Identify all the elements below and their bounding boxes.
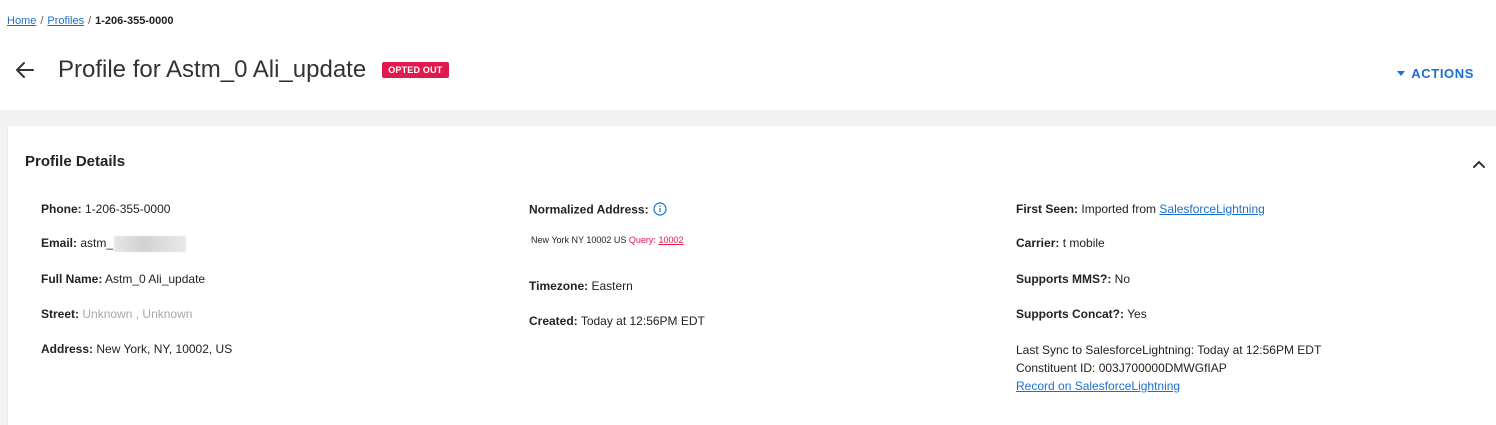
constituent-id-text: Constituent ID: 003J700000DMWGfIAP bbox=[1016, 361, 1227, 375]
timezone-value: Eastern bbox=[591, 279, 633, 293]
timezone-label: Timezone: bbox=[529, 279, 589, 293]
timezone-field: Timezone: Eastern bbox=[529, 279, 633, 293]
email-label: Email: bbox=[41, 236, 78, 251]
first-seen-field: First Seen: Imported from SalesforceLigh… bbox=[1016, 202, 1265, 216]
page-title: Profile for Astm_0 Ali_update bbox=[58, 56, 367, 83]
query-link[interactable]: 10002 bbox=[658, 235, 683, 245]
first-seen-link[interactable]: SalesforceLightning bbox=[1159, 202, 1264, 216]
address-label: Address: bbox=[41, 342, 94, 356]
street-label: Street: bbox=[41, 307, 80, 321]
created-field: Created: Today at 12:56PM EDT bbox=[529, 314, 705, 328]
breadcrumb-home-link[interactable]: Home bbox=[7, 15, 36, 27]
profile-details-panel: Profile Details Phone: 1-206-355-0000 Em… bbox=[7, 126, 1496, 425]
fullname-label: Full Name: bbox=[41, 272, 103, 286]
carrier-value: t mobile bbox=[1062, 236, 1105, 250]
supports-concat-label: Supports Concat?: bbox=[1016, 307, 1124, 321]
supports-concat-field: Supports Concat?: Yes bbox=[1016, 307, 1147, 321]
breadcrumb-current: 1-206-355-0000 bbox=[95, 15, 174, 27]
first-seen-label: First Seen: bbox=[1016, 202, 1079, 216]
normalized-address-field: Normalized Address: bbox=[529, 202, 667, 219]
redacted-block bbox=[114, 236, 187, 252]
fullname-field: Full Name: Astm_0 Ali_update bbox=[41, 272, 205, 286]
carrier-label: Carrier: bbox=[1016, 236, 1060, 250]
street-value-1: Unknown bbox=[82, 307, 133, 321]
supports-concat-value: Yes bbox=[1127, 307, 1147, 321]
breadcrumb: Home / Profiles/1-206-355-0000 bbox=[7, 15, 173, 27]
supports-mms-label: Supports MMS?: bbox=[1016, 272, 1112, 286]
actions-label: ACTIONS bbox=[1411, 66, 1474, 81]
record-link-row: Record on SalesforceLightning bbox=[1016, 379, 1180, 393]
email-field: Email: astm_ bbox=[41, 236, 187, 252]
first-seen-text: Imported from bbox=[1081, 202, 1157, 216]
street-field: Street: Unknown , Unknown bbox=[41, 307, 192, 321]
actions-button[interactable]: ACTIONS bbox=[1397, 66, 1474, 81]
phone-field: Phone: 1-206-355-0000 bbox=[41, 202, 170, 216]
street-value-2: Unknown bbox=[142, 307, 193, 321]
page-header: Home / Profiles/1-206-355-0000 Profile for… bbox=[0, 0, 1496, 110]
supports-mms-field: Supports MMS?: No bbox=[1016, 272, 1130, 286]
phone-label: Phone: bbox=[41, 202, 82, 216]
carrier-field: Carrier: t mobile bbox=[1016, 236, 1105, 250]
query-label: Query: bbox=[628, 235, 656, 245]
street-separator: , bbox=[132, 307, 143, 321]
chevron-up-icon[interactable] bbox=[1472, 156, 1486, 168]
record-on-salesforce-link[interactable]: Record on SalesforceLightning bbox=[1016, 379, 1180, 393]
address-value: New York, NY, 10002, US bbox=[96, 342, 233, 356]
created-label: Created: bbox=[529, 314, 578, 328]
phone-value: 1-206-355-0000 bbox=[85, 202, 171, 216]
info-circle-icon[interactable] bbox=[652, 202, 667, 219]
status-badge: OPTED OUT bbox=[382, 62, 449, 78]
normalized-address-label: Normalized Address: bbox=[529, 202, 649, 217]
breadcrumb-separator: / bbox=[40, 15, 44, 27]
created-value: Today at 12:56PM EDT bbox=[580, 314, 705, 328]
arrow-left-icon[interactable] bbox=[14, 59, 36, 81]
normalized-address-value-row: New York NY 10002 US Query: 10002 bbox=[531, 235, 683, 245]
caret-down-icon bbox=[1397, 71, 1406, 76]
panel-title: Profile Details bbox=[25, 153, 126, 170]
breadcrumb-profiles-link[interactable]: Profiles bbox=[47, 15, 84, 27]
last-sync-text: Last Sync to SalesforceLightning: Today … bbox=[1016, 343, 1322, 357]
normalized-address-value: New York NY 10002 US bbox=[531, 235, 627, 245]
email-value: astm_ bbox=[80, 236, 114, 251]
supports-mms-value: No bbox=[1114, 272, 1131, 286]
fullname-value: Astm_0 Ali_update bbox=[105, 272, 206, 286]
breadcrumb-separator: / bbox=[88, 15, 92, 27]
title-row: Profile for Astm_0 Ali_update OPTED OUT bbox=[14, 56, 449, 84]
address-field: Address: New York, NY, 10002, US bbox=[41, 342, 232, 356]
